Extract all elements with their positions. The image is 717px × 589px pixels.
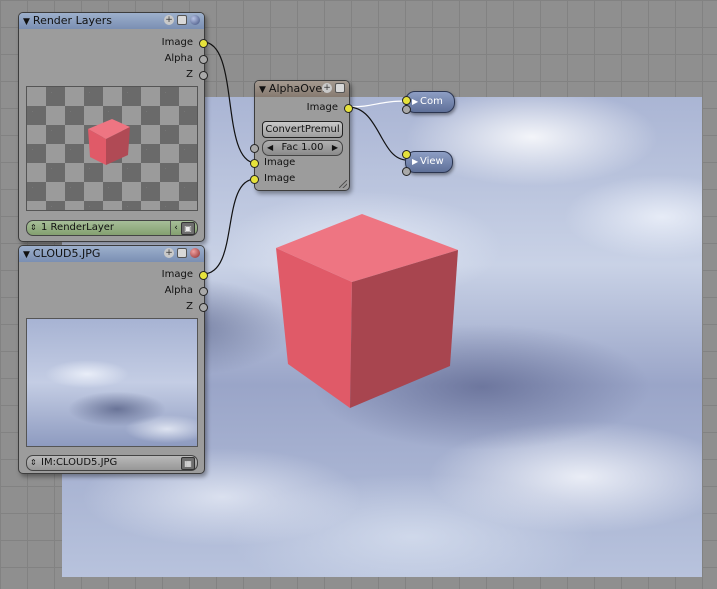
viewer-alpha-socket[interactable] [402, 167, 411, 176]
collapse-icon[interactable]: ▼ [23, 250, 30, 260]
composite-alpha-socket[interactable] [402, 105, 411, 114]
sphere-icon[interactable] [190, 15, 200, 25]
image-preview [26, 318, 198, 447]
alpha-over-title: AlphaOver [268, 82, 327, 95]
plus-icon[interactable]: + [164, 248, 174, 258]
sphere-icon[interactable] [190, 248, 200, 258]
input-fac-socket[interactable] [250, 144, 259, 153]
collapse-icon[interactable]: ▼ [259, 85, 266, 95]
menu-icon[interactable] [177, 15, 187, 25]
backdrop-cube [276, 214, 458, 408]
composite-node[interactable]: ▶ Com [405, 91, 455, 113]
alpha-over-header[interactable]: ▼ AlphaOver + [255, 81, 349, 97]
decrement-icon[interactable]: ◀ [267, 141, 273, 155]
play-icon: ▶ [412, 157, 419, 166]
fac-value: Fac 1.00 [281, 142, 324, 153]
output-z-socket[interactable] [199, 303, 208, 312]
up-down-arrows-icon: ⇕ [30, 223, 37, 232]
render-layers-node[interactable]: ▼ Render Layers + Image Alpha Z ⇕ 1 Rende… [18, 12, 208, 242]
increment-icon[interactable]: ▶ [332, 141, 338, 155]
output-image-socket[interactable] [344, 104, 353, 113]
up-down-arrows-icon: ⇕ [30, 458, 37, 467]
output-image-label: Image [161, 37, 193, 48]
output-image-label: Image [306, 102, 338, 113]
output-image-socket[interactable] [199, 39, 208, 48]
output-image-label: Image [161, 269, 193, 280]
fac-field[interactable]: ◀ Fac 1.00 ▶ [262, 140, 343, 156]
render-preview [26, 86, 198, 211]
preview-cube [88, 119, 130, 165]
plus-icon[interactable]: + [164, 15, 174, 25]
collapse-icon[interactable]: ▼ [23, 17, 30, 27]
viewer-label: View [420, 156, 444, 167]
convert-premul-button[interactable]: ConvertPremul [262, 121, 343, 138]
menu-icon[interactable] [177, 248, 187, 258]
render-layer-select[interactable]: ⇕ 1 RenderLayer ‹ ▣ [26, 220, 198, 236]
render-layer-select-value: 1 RenderLayer [41, 222, 115, 233]
image-node[interactable]: ▼ CLOUD5.JPG + Image Alpha Z ⇕ IM:CLOUD5.… [18, 245, 208, 474]
chevron-icon[interactable]: ‹ [170, 221, 181, 235]
viewer-input-socket[interactable] [402, 150, 411, 159]
render-layers-header[interactable]: ▼ Render Layers + [19, 13, 204, 29]
output-alpha-label: Alpha [164, 53, 193, 64]
resize-grip[interactable] [339, 180, 347, 188]
alpha-over-node[interactable]: ▼ AlphaOver + Image ConvertPremul ◀ Fac 1… [250, 80, 353, 191]
menu-icon[interactable] [335, 83, 345, 93]
render-layers-title: Render Layers [32, 14, 112, 27]
output-alpha-socket[interactable] [199, 55, 208, 64]
plus-icon[interactable]: + [322, 83, 332, 93]
output-alpha-socket[interactable] [199, 287, 208, 296]
image-select-value: IM:CLOUD5.JPG [41, 457, 118, 468]
input-image-2-label: Image [264, 173, 296, 184]
output-image-socket[interactable] [199, 271, 208, 280]
render-icon[interactable]: ▣ [181, 222, 195, 235]
composite-input-socket[interactable] [402, 96, 411, 105]
input-image-1-label: Image [264, 157, 296, 168]
output-alpha-label: Alpha [164, 285, 193, 296]
play-icon: ▶ [412, 97, 419, 106]
image-select[interactable]: ⇕ IM:CLOUD5.JPG ▦ [26, 455, 198, 471]
image-node-title: CLOUD5.JPG [32, 247, 101, 260]
image-browse-icon[interactable]: ▦ [181, 457, 195, 470]
viewer-node[interactable]: ▶ View [405, 151, 453, 173]
output-z-socket[interactable] [199, 71, 208, 80]
composite-label: Com [420, 96, 443, 107]
image-node-header[interactable]: ▼ CLOUD5.JPG + [19, 246, 204, 262]
